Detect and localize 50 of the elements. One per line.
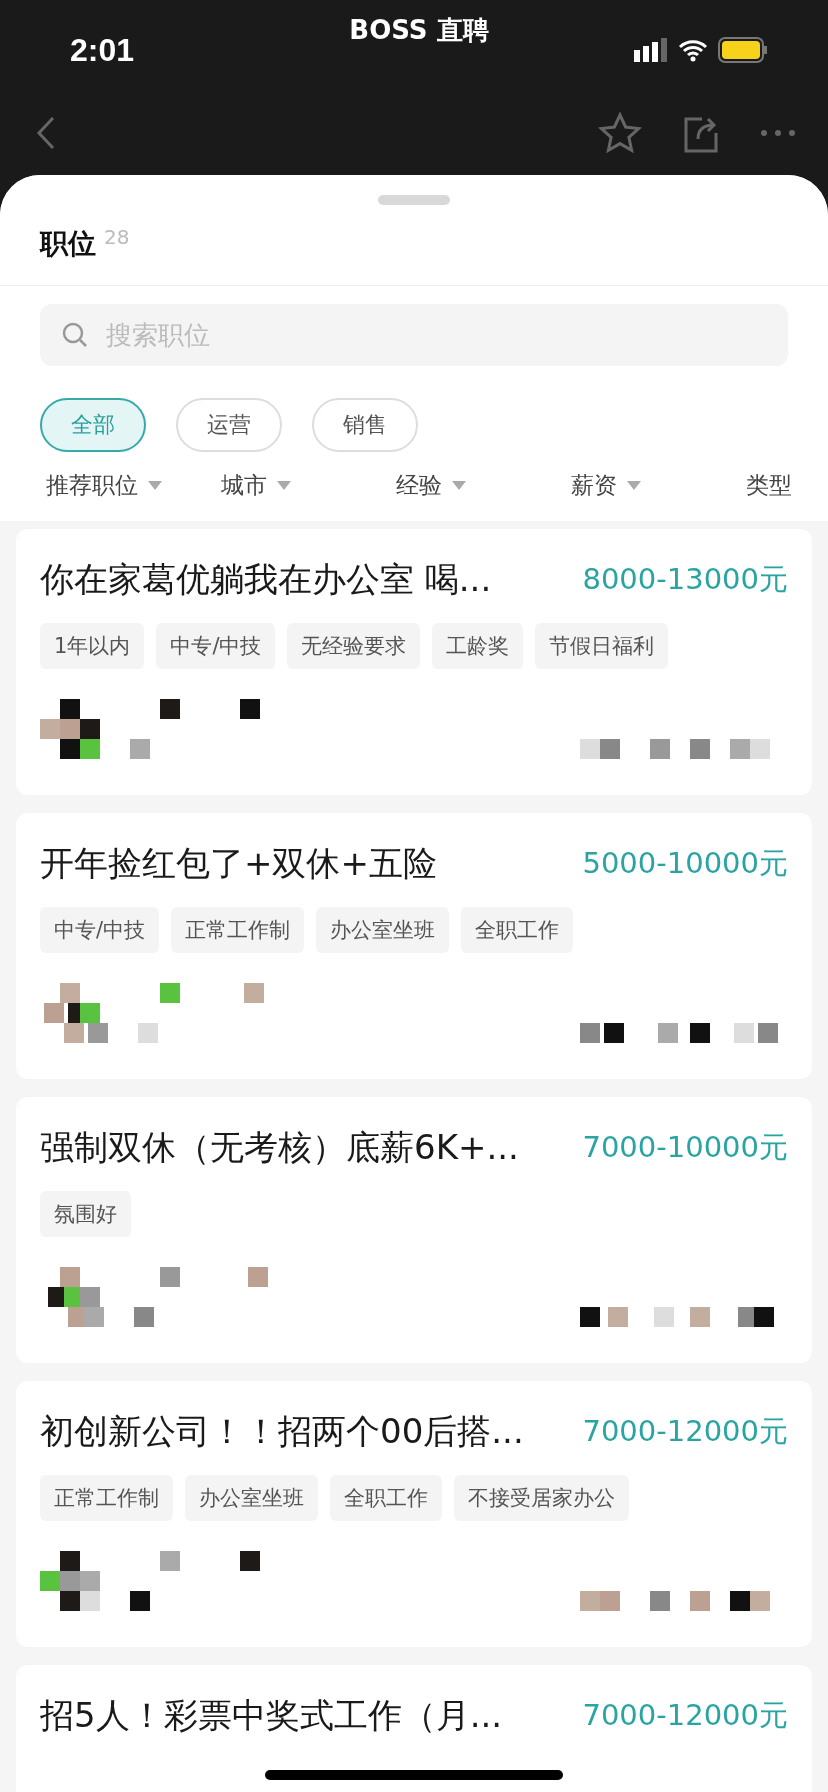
job-title: 你在家葛优躺我在办公室 喝... (40, 558, 492, 601)
job-card[interactable]: 强制双休（无考核）底薪6K+... 7000-10000元 氛围好 (16, 1097, 812, 1363)
job-tag: 全职工作 (461, 907, 574, 953)
category-chip[interactable]: 销售 (312, 398, 418, 452)
job-tag: 办公室坐班 (316, 907, 450, 953)
category-chip[interactable]: 运营 (176, 398, 282, 452)
job-card[interactable]: 你在家葛优躺我在办公室 喝... 8000-13000元 1年以内 中专/中技 无经验要求 工龄奖 节假日福利 (16, 529, 812, 795)
job-tag: 无经验要求 (287, 623, 421, 669)
search-icon (62, 322, 88, 348)
job-title: 招5人！彩票中奖式工作（月... (40, 1694, 503, 1737)
job-count: 28 (104, 225, 130, 249)
job-tag: 正常工作制 (171, 907, 305, 953)
job-title: 开年捡红包了+双休+五险 (40, 842, 437, 885)
job-tag: 1年以内 (40, 623, 145, 669)
job-card[interactable]: 初创新公司！！招两个00后搭... 7000-12000元 正常工作制 办公室坐班 全职工作 不接受居家办公 (16, 1381, 812, 1647)
status-time: 2:01 (70, 31, 136, 69)
salary: 7000-12000元 (582, 1413, 788, 1450)
job-tag: 氛围好 (40, 1191, 131, 1237)
job-card[interactable]: 开年捡红包了+双休+五险 5000-10000元 中专/中技 正常工作制 办公室坐班 全职工作 (16, 813, 812, 1079)
battery-icon (718, 37, 768, 63)
salary: 8000-13000元 (582, 561, 788, 598)
job-card[interactable]: 招5人！彩票中奖式工作（月... 7000-12000元 (16, 1665, 812, 1792)
job-tag: 工龄奖 (432, 623, 524, 669)
job-tag: 全职工作 (330, 1475, 442, 1521)
filter-dropdown[interactable]: 城市 (221, 470, 396, 501)
job-tag: 节假日福利 (535, 623, 669, 669)
job-tag: 中专/中技 (156, 623, 276, 669)
star-icon[interactable] (598, 111, 642, 154)
job-tag: 不接受居家办公 (454, 1475, 629, 1521)
drag-handle[interactable] (378, 195, 450, 205)
more-icon[interactable] (760, 128, 796, 137)
filter-dropdown[interactable]: 薪资 (571, 470, 746, 501)
sheet-title: 职位 (40, 226, 96, 262)
job-tag: 正常工作制 (40, 1475, 173, 1521)
signal-icon (634, 38, 668, 62)
filter-dropdown[interactable]: 推荐职位 (46, 470, 221, 501)
salary: 7000-10000元 (582, 1129, 788, 1166)
job-title: 强制双休（无考核）底薪6K+... (40, 1126, 519, 1169)
filter-dropdown[interactable]: 类型 (746, 470, 792, 501)
search-input[interactable]: 搜索职位 (104, 319, 766, 351)
filter-dropdown[interactable]: 经验 (396, 470, 571, 501)
search-field[interactable]: 搜索职位 (40, 304, 788, 366)
back-icon[interactable] (36, 115, 56, 150)
job-tag: 中专/中技 (40, 907, 160, 953)
wifi-icon (678, 38, 708, 62)
job-tag: 办公室坐班 (185, 1475, 318, 1521)
carrier-name: BOSS 直聘 (348, 13, 490, 47)
job-title: 初创新公司！！招两个00后搭... (40, 1410, 524, 1453)
salary: 5000-10000元 (582, 845, 788, 882)
salary: 7000-12000元 (582, 1697, 788, 1734)
